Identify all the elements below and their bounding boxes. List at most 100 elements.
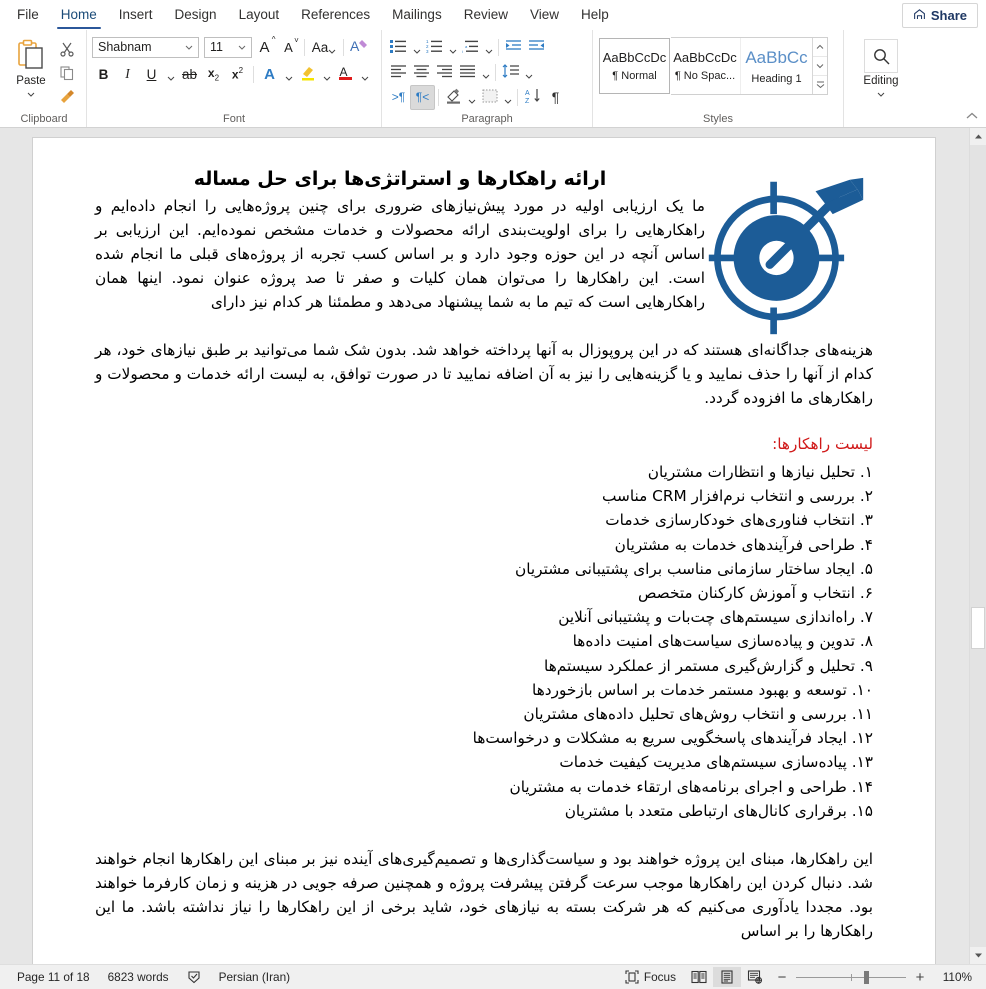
italic-icon: I <box>125 66 130 81</box>
style-item-normal[interactable]: AaBbCcDc ¶ Normal <box>598 37 671 95</box>
bullets-options-button[interactable] <box>410 36 423 59</box>
justify-button[interactable] <box>456 61 479 84</box>
shrink-font-button[interactable]: A ˅ <box>277 36 300 59</box>
bold-button[interactable]: B <box>92 63 115 86</box>
increase-indent-button[interactable] <box>525 36 548 59</box>
strikethrough-button[interactable]: ab <box>178 63 201 86</box>
tab-references[interactable]: References <box>290 1 381 29</box>
document-page[interactable]: ارائه راهکارها و استراتژی‌ها برای حل مسا… <box>33 138 935 964</box>
scrollbar-thumb[interactable] <box>971 607 985 649</box>
tab-review[interactable]: Review <box>453 1 519 29</box>
page-indicator[interactable]: Page 11 of 18 <box>8 966 99 988</box>
tab-help[interactable]: Help <box>570 1 620 29</box>
share-button[interactable]: Share <box>901 3 978 28</box>
text-effects-options-button[interactable] <box>282 63 295 86</box>
align-left-button[interactable] <box>387 61 410 84</box>
shading-options-button[interactable] <box>465 86 478 109</box>
styles-scroll-up-button[interactable] <box>813 38 827 57</box>
italic-button[interactable]: I <box>116 63 139 86</box>
highlight-options-button[interactable] <box>320 63 333 86</box>
collapse-ribbon-button[interactable] <box>966 109 978 123</box>
borders-options-button[interactable] <box>501 86 514 109</box>
tab-insert[interactable]: Insert <box>108 1 164 29</box>
font-size-combobox[interactable]: 11 <box>204 36 252 58</box>
font-color-options-button[interactable] <box>358 63 371 86</box>
multilevel-list-button[interactable]: a i <box>459 36 482 59</box>
style-item-no-spacing[interactable]: AaBbCcDc ¶ No Spac... <box>670 38 741 94</box>
editing-button[interactable]: Editing <box>852 35 910 97</box>
zoom-in-button[interactable]: + <box>913 969 927 986</box>
ribbon-group-styles: AaBbCcDc ¶ Normal AaBbCcDc ¶ No Spac... … <box>592 30 843 127</box>
zoom-out-button[interactable]: − <box>775 969 789 986</box>
scroll-up-button[interactable] <box>970 128 986 145</box>
font-name-combobox[interactable]: Shabnam <box>92 36 199 58</box>
chevron-down-icon[interactable] <box>182 43 196 51</box>
chevron-down-icon[interactable] <box>235 43 249 51</box>
ltr-text-direction-button[interactable]: >¶ <box>387 86 410 109</box>
show-formatting-marks-button[interactable]: ¶ <box>544 86 567 109</box>
bullets-button[interactable] <box>387 36 410 59</box>
web-layout-view-button[interactable] <box>741 967 769 987</box>
list-item: ۱۲. ایجاد فرآیندهای پاسخگویی سریع به مشک… <box>472 729 873 748</box>
style-item-heading-1[interactable]: AaBbCс Heading 1 <box>741 38 812 94</box>
read-mode-view-button[interactable] <box>685 967 713 987</box>
styles-scroll-down-button[interactable] <box>813 57 827 76</box>
center-button[interactable] <box>410 61 433 84</box>
proofing-errors-icon <box>187 970 201 984</box>
svg-text:A: A <box>525 90 530 97</box>
language-indicator[interactable]: Persian (Iran) <box>210 966 299 988</box>
font-color-button[interactable]: A <box>334 63 357 86</box>
line-spacing-options-button[interactable] <box>522 61 535 84</box>
tab-design[interactable]: Design <box>164 1 228 29</box>
clear-formatting-button[interactable]: A <box>348 36 371 59</box>
cut-button[interactable] <box>56 39 78 61</box>
numbering-button[interactable]: 1 2 3 <box>423 36 446 59</box>
multilevel-options-button[interactable] <box>482 36 495 59</box>
ribbon-group-clipboard: Paste Clipboard <box>2 30 86 127</box>
subscript-button[interactable]: x2 <box>202 63 225 86</box>
chevron-down-icon[interactable] <box>328 43 336 54</box>
borders-button[interactable] <box>478 86 501 109</box>
rtl-text-direction-button[interactable]: ¶< <box>410 84 435 110</box>
zoom-slider[interactable] <box>796 970 906 984</box>
tab-file[interactable]: File <box>6 1 50 29</box>
line-spacing-button[interactable] <box>499 61 522 84</box>
zoom-slider-thumb[interactable] <box>864 970 869 984</box>
align-right-button[interactable] <box>433 61 456 84</box>
sort-button[interactable]: A Z <box>521 86 544 109</box>
proofing-status-button[interactable] <box>178 966 210 988</box>
copy-button[interactable] <box>56 63 78 85</box>
decrease-indent-button[interactable] <box>502 36 525 59</box>
zoom-control[interactable]: − + 110% <box>769 969 978 986</box>
styles-more-button[interactable] <box>813 76 827 94</box>
chevron-down-icon[interactable] <box>877 87 885 97</box>
text-highlight-color-button[interactable] <box>296 63 319 86</box>
vertical-scrollbar[interactable] <box>969 128 986 964</box>
justify-options-button[interactable] <box>479 61 492 84</box>
focus-mode-button[interactable]: Focus <box>616 966 685 988</box>
styles-gallery-scrollbar[interactable] <box>812 38 827 94</box>
shading-button[interactable] <box>442 86 465 109</box>
tab-home[interactable]: Home <box>50 1 108 29</box>
tab-view[interactable]: View <box>519 1 570 29</box>
styles-gallery[interactable]: AaBbCcDc ¶ Normal AaBbCcDc ¶ No Spac... … <box>598 37 828 95</box>
tab-mailings[interactable]: Mailings <box>381 1 453 29</box>
format-painter-button[interactable] <box>56 87 78 109</box>
grow-font-button[interactable]: A ^ <box>253 35 276 59</box>
superscript-button[interactable]: x2 <box>226 63 249 86</box>
underline-button[interactable]: U <box>140 63 163 86</box>
print-layout-view-button[interactable] <box>713 967 741 987</box>
numbering-options-button[interactable] <box>446 36 459 59</box>
scroll-down-button[interactable] <box>970 947 986 964</box>
zoom-level-label[interactable]: 110% <box>934 970 972 984</box>
tab-layout[interactable]: Layout <box>228 1 291 29</box>
word-count[interactable]: 6823 words <box>99 966 178 988</box>
change-case-button[interactable]: Aa <box>309 36 339 59</box>
scrollbar-track[interactable] <box>970 145 986 947</box>
text-effects-button[interactable]: A <box>258 63 281 86</box>
paste-button[interactable]: Paste <box>7 35 55 97</box>
document-canvas[interactable]: ارائه راهکارها و استراتژی‌ها برای حل مسا… <box>0 128 986 964</box>
copy-icon <box>59 65 75 84</box>
chevron-down-icon[interactable] <box>27 87 35 97</box>
underline-options-button[interactable] <box>164 63 177 86</box>
